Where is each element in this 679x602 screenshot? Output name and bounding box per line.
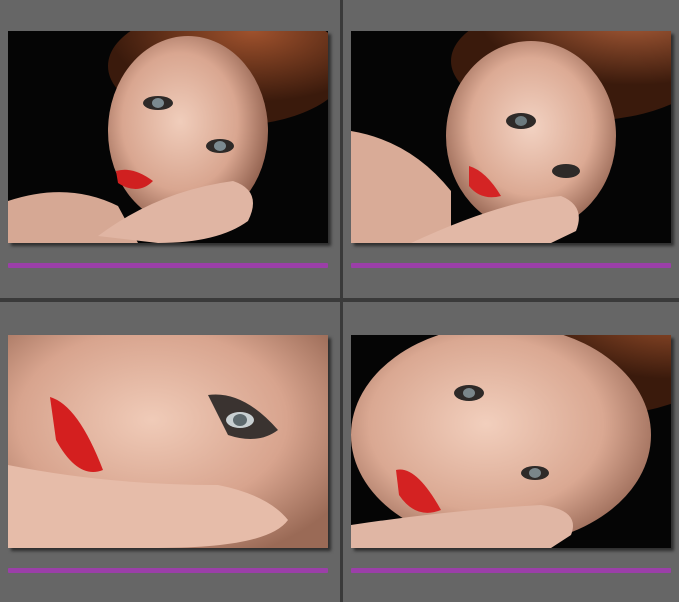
color-label-bar — [8, 263, 328, 268]
portrait-image — [8, 31, 328, 243]
portrait-image — [351, 31, 671, 243]
photo-thumbnail[interactable] — [351, 335, 671, 548]
photo-thumbnail[interactable] — [8, 31, 328, 243]
thumbnail-grid — [0, 0, 679, 602]
color-label-bar — [351, 568, 671, 573]
color-label-bar — [351, 263, 671, 268]
thumbnail-cell[interactable] — [0, 302, 340, 602]
photo-thumbnail[interactable] — [351, 31, 671, 243]
thumbnail-cell[interactable] — [343, 302, 679, 602]
portrait-image — [8, 335, 328, 548]
thumbnail-cell[interactable] — [0, 0, 340, 298]
color-label-bar — [8, 568, 328, 573]
portrait-image — [351, 335, 671, 548]
thumbnail-cell[interactable] — [343, 0, 679, 298]
photo-thumbnail[interactable] — [8, 335, 328, 548]
